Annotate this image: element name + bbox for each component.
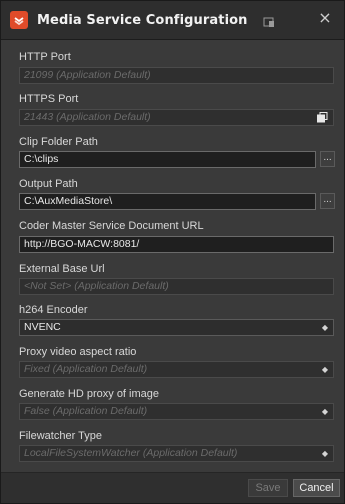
h264-encoder-select[interactable]: NVENC ◆	[19, 319, 334, 336]
output-path-browse-button[interactable]: ...	[320, 193, 335, 209]
http-port-label: HTTP Port	[19, 51, 71, 63]
http-port-input[interactable]: 21099 (Application Default)	[19, 67, 334, 84]
clip-folder-path-label: Clip Folder Path	[19, 136, 98, 148]
coder-master-url-label: Coder Master Service Document URL	[19, 220, 204, 232]
close-button[interactable]: ×	[318, 8, 332, 27]
external-base-url-placeholder: <Not Set> (Application Default)	[24, 280, 169, 292]
chevron-up-down-icon: ◆	[321, 449, 328, 458]
https-port-placeholder: 21443 (Application Default)	[24, 111, 151, 123]
https-port-label: HTTPS Port	[19, 93, 79, 105]
close-icon: ×	[318, 8, 332, 27]
https-port-input[interactable]: 21443 (Application Default)	[19, 109, 334, 126]
media-service-logo-icon	[10, 11, 28, 29]
filewatcher-type-label: Filewatcher Type	[19, 430, 102, 442]
hd-proxy-select[interactable]: False (Application Default) ◆	[19, 403, 334, 420]
window-title: Media Service Configuration	[37, 12, 248, 28]
window-pin-icon[interactable]	[263, 13, 275, 27]
external-base-url-label: External Base Url	[19, 263, 105, 275]
output-path-label: Output Path	[19, 178, 78, 190]
h264-encoder-value: NVENC	[24, 321, 61, 333]
filewatcher-type-select[interactable]: LocalFileSystemWatcher (Application Defa…	[19, 445, 334, 462]
cancel-button[interactable]: Cancel	[293, 479, 340, 497]
chevron-up-down-icon: ◆	[321, 323, 328, 332]
filewatcher-type-value: LocalFileSystemWatcher (Application Defa…	[24, 447, 238, 459]
output-path-input[interactable]: C:\AuxMediaStore\	[19, 193, 316, 210]
proxy-aspect-ratio-label: Proxy video aspect ratio	[19, 346, 137, 358]
media-service-configuration-dialog: Media Service Configuration × HTTP Port …	[0, 0, 345, 504]
title-bar: Media Service Configuration ×	[1, 1, 344, 40]
external-base-url-input[interactable]: <Not Set> (Application Default)	[19, 278, 334, 295]
hd-proxy-label: Generate HD proxy of image	[19, 388, 160, 400]
save-button[interactable]: Save	[248, 479, 288, 497]
coder-master-url-input[interactable]: http://BGO-MACW:8081/	[19, 236, 334, 253]
copy-icon[interactable]	[317, 112, 328, 123]
proxy-aspect-ratio-value: Fixed (Application Default)	[24, 363, 148, 375]
dialog-footer: Save Cancel	[1, 472, 344, 503]
chevron-up-down-icon: ◆	[321, 365, 328, 374]
http-port-placeholder: 21099 (Application Default)	[24, 69, 151, 81]
h264-encoder-label: h264 Encoder	[19, 304, 88, 316]
clip-folder-path-input[interactable]: C:\clips	[19, 151, 316, 168]
proxy-aspect-ratio-select[interactable]: Fixed (Application Default) ◆	[19, 361, 334, 378]
chevron-up-down-icon: ◆	[321, 407, 328, 416]
hd-proxy-value: False (Application Default)	[24, 405, 148, 417]
clip-folder-browse-button[interactable]: ...	[320, 151, 335, 167]
